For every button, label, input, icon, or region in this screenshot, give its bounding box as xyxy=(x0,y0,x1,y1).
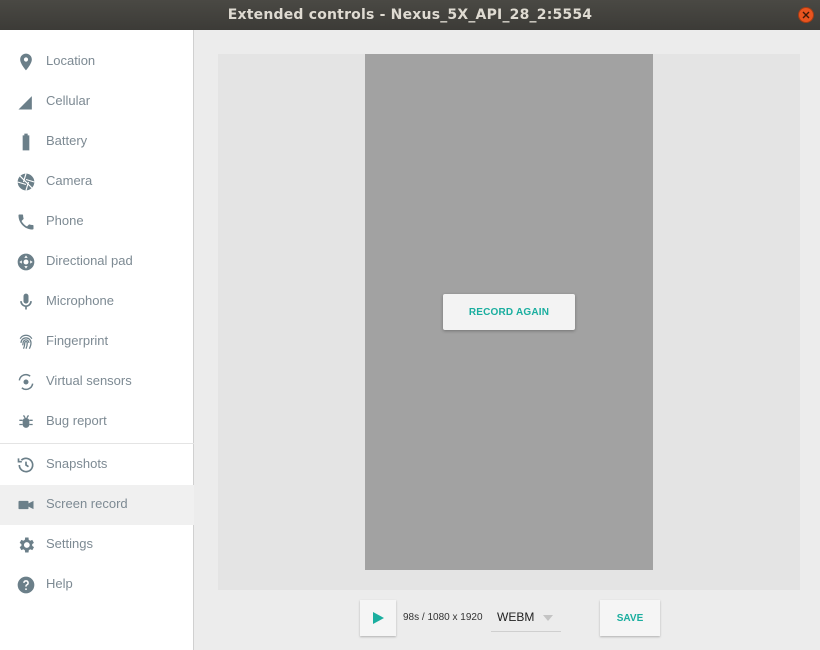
cellular-signal-icon xyxy=(16,92,36,112)
bug-icon xyxy=(16,412,36,432)
videocam-icon xyxy=(16,495,36,515)
close-button[interactable] xyxy=(798,7,814,23)
sidebar-item-label: Fingerprint xyxy=(46,333,109,348)
sidebar: Location Cellular Battery Camera Phone D… xyxy=(0,30,194,650)
sidebar-item-label: Camera xyxy=(46,173,93,188)
sidebar-item-label: Bug report xyxy=(46,413,107,428)
gear-icon xyxy=(16,535,36,555)
format-value: WEBM xyxy=(497,610,535,624)
play-button[interactable] xyxy=(360,600,396,636)
microphone-icon xyxy=(16,292,36,312)
sidebar-item-label: Screen record xyxy=(46,496,128,511)
sidebar-item-label: Snapshots xyxy=(46,456,108,471)
fingerprint-icon xyxy=(16,332,36,352)
format-dropdown[interactable]: WEBM xyxy=(491,606,561,632)
sidebar-item-label: Directional pad xyxy=(46,253,133,268)
playback-controls: 98s / 1080 x 1920 WEBM SAVE xyxy=(195,600,820,640)
dpad-icon xyxy=(16,252,36,272)
history-icon xyxy=(16,455,36,475)
record-again-button[interactable]: RECORD AGAIN xyxy=(443,294,575,330)
sidebar-item-label: Cellular xyxy=(46,93,91,108)
sidebar-item-label: Help xyxy=(46,576,73,591)
sidebar-divider xyxy=(0,443,194,444)
sidebar-item-label: Settings xyxy=(46,536,93,551)
help-icon xyxy=(16,575,36,595)
rotation-icon xyxy=(16,372,36,392)
camera-aperture-icon xyxy=(16,172,36,192)
sidebar-item-label: Location xyxy=(46,53,96,68)
sidebar-item-label: Battery xyxy=(46,133,88,148)
play-icon xyxy=(373,612,384,624)
sidebar-item-location[interactable]: Location xyxy=(0,42,194,82)
sidebar-item-directional-pad[interactable]: Directional pad xyxy=(0,242,194,282)
sidebar-item-label: Virtual sensors xyxy=(46,373,132,388)
sidebar-item-label: Microphone xyxy=(46,293,114,308)
sidebar-item-battery[interactable]: Battery xyxy=(0,122,194,162)
sidebar-item-label: Phone xyxy=(46,213,84,228)
sidebar-item-microphone[interactable]: Microphone xyxy=(0,282,194,322)
sidebar-item-bug-report[interactable]: Bug report xyxy=(0,402,194,442)
save-button[interactable]: SAVE xyxy=(600,600,660,636)
sidebar-item-help[interactable]: Help xyxy=(0,565,194,605)
title-bar: Extended controls - Nexus_5X_API_28_2:55… xyxy=(0,0,820,30)
video-preview: RECORD AGAIN xyxy=(365,54,653,570)
sidebar-item-screen-record[interactable]: Screen record xyxy=(0,485,194,525)
battery-icon xyxy=(16,132,36,152)
recording-info: 98s / 1080 x 1920 xyxy=(403,612,483,623)
sidebar-item-camera[interactable]: Camera xyxy=(0,162,194,202)
sidebar-item-fingerprint[interactable]: Fingerprint xyxy=(0,322,194,362)
sidebar-item-cellular[interactable]: Cellular xyxy=(0,82,194,122)
phone-icon xyxy=(16,212,36,232)
sidebar-item-virtual-sensors[interactable]: Virtual sensors xyxy=(0,362,194,402)
close-icon xyxy=(802,11,810,19)
sidebar-item-snapshots[interactable]: Snapshots xyxy=(0,445,194,485)
sidebar-item-settings[interactable]: Settings xyxy=(0,525,194,565)
chevron-down-icon xyxy=(543,615,553,621)
screen-record-panel: RECORD AGAIN 98s / 1080 x 1920 WEBM SAVE xyxy=(195,30,820,650)
preview-area: RECORD AGAIN xyxy=(218,54,800,590)
location-pin-icon xyxy=(16,52,36,72)
window-title: Extended controls - Nexus_5X_API_28_2:55… xyxy=(227,7,593,23)
sidebar-item-phone[interactable]: Phone xyxy=(0,202,194,242)
